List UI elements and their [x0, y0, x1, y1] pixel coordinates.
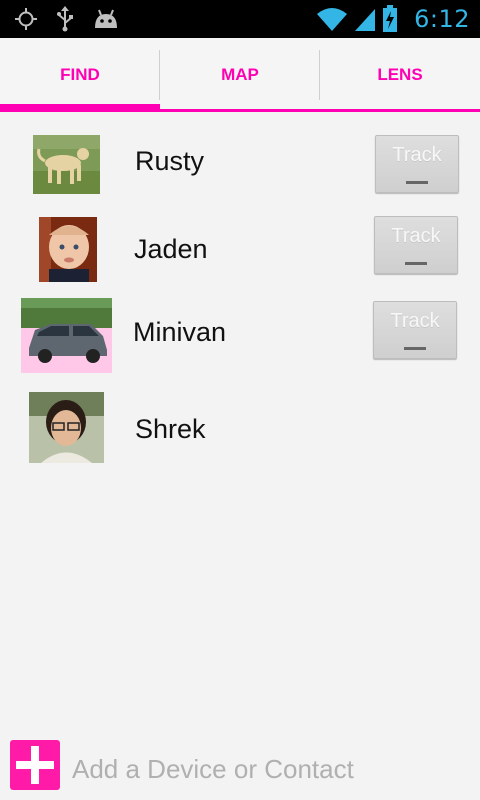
dog-photo: [33, 135, 100, 194]
track-button-label: Track: [392, 144, 442, 166]
track-button-label: Track: [390, 310, 440, 332]
item-name: Minivan: [133, 317, 227, 347]
gps-icon: [15, 8, 37, 30]
minivan-photo: [21, 298, 112, 373]
item-name: Jaden: [134, 234, 208, 264]
baby-photo: [39, 217, 97, 282]
android-icon: [95, 9, 117, 28]
add-device-input[interactable]: [70, 748, 474, 790]
wifi-icon: [317, 8, 348, 31]
notification-icons: [14, 6, 120, 32]
list-item-rusty[interactable]: Rusty Track: [0, 132, 480, 196]
add-plus-icon[interactable]: [10, 740, 60, 790]
item-name: Rusty: [135, 146, 205, 176]
track-button-minivan[interactable]: Track: [373, 301, 457, 359]
system-icons: 6:12: [316, 4, 470, 34]
list-item-shrek[interactable]: Shrek: [0, 392, 480, 464]
track-button-rusty[interactable]: Track: [375, 135, 459, 193]
tracked-items-list: Rusty Track Jaden Track Minivan Track Sh…: [0, 112, 480, 752]
list-item-minivan[interactable]: Minivan Track: [0, 298, 480, 374]
status-bar: 6:12: [0, 0, 480, 38]
button-indicator: [404, 347, 426, 350]
tab-lens[interactable]: LENS: [320, 38, 480, 112]
usb-icon: [57, 6, 73, 32]
track-button-jaden[interactable]: Track: [374, 216, 458, 274]
tab-find[interactable]: FIND: [0, 38, 160, 112]
item-name: Shrek: [135, 414, 206, 444]
track-button-label: Track: [391, 225, 441, 247]
clock: 6:12: [414, 5, 470, 33]
person-photo: [29, 392, 104, 463]
button-indicator: [406, 181, 428, 184]
add-device-bar: [0, 740, 480, 800]
tab-map[interactable]: MAP: [160, 38, 320, 112]
tab-bar: FIND MAP LENS: [0, 38, 480, 112]
button-indicator: [405, 262, 427, 265]
list-item-jaden[interactable]: Jaden Track: [0, 216, 480, 284]
battery-charging-icon: [383, 5, 398, 32]
signal-icon: [355, 9, 376, 31]
